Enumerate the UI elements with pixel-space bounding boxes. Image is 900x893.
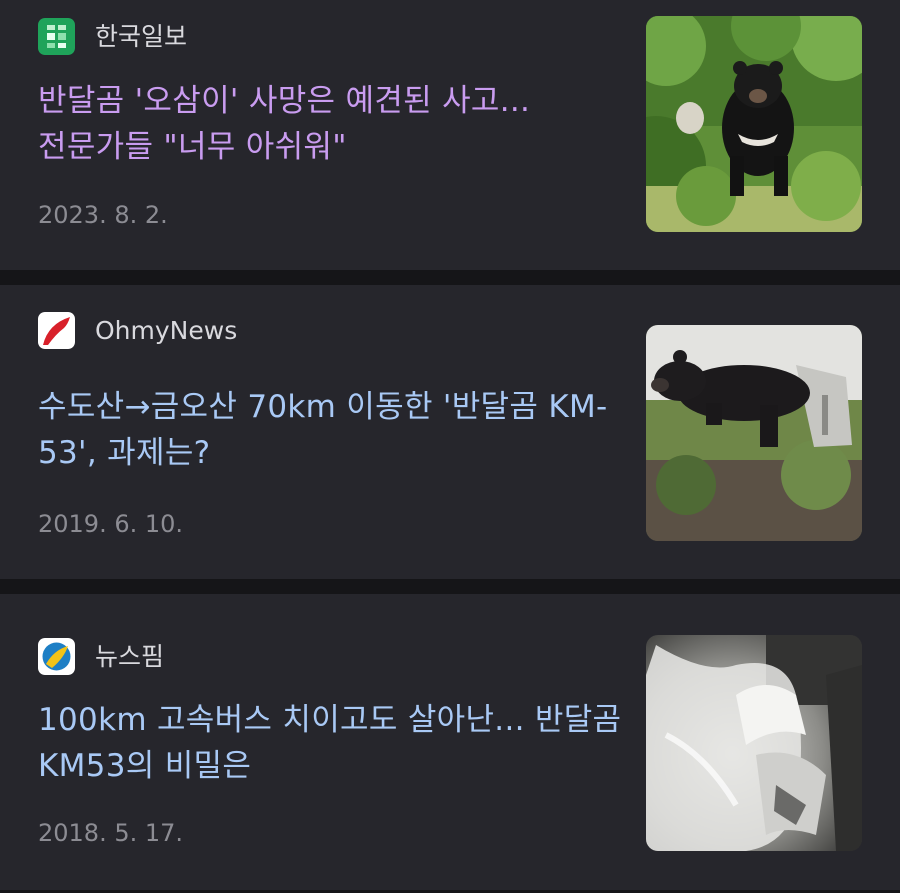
- article-thumbnail[interactable]: [646, 16, 862, 232]
- news-card[interactable]: 뉴스핌 100km 고속버스 치이고도 살아난... 반달곰 KM53의 비밀은…: [0, 594, 900, 890]
- hankook-ilbo-logo-icon: [38, 18, 75, 55]
- publish-date: 2018. 5. 17.: [38, 819, 184, 847]
- headline-link[interactable]: 100km 고속버스 치이고도 살아난... 반달곰 KM53의 비밀은: [38, 697, 623, 789]
- source-name: OhmyNews: [95, 316, 238, 345]
- headline-link[interactable]: 반달곰 '오삼이' 사망은 예견된 사고... 전문가들 "너무 아쉬워": [38, 78, 623, 170]
- newspim-logo-icon: [38, 638, 75, 675]
- news-source: OhmyNews: [38, 312, 237, 349]
- news-card[interactable]: 한국일보 반달곰 '오삼이' 사망은 예견된 사고... 전문가들 "너무 아쉬…: [0, 0, 900, 270]
- source-name: 한국일보: [95, 22, 188, 51]
- publish-date: 2019. 6. 10.: [38, 510, 184, 538]
- news-source: 뉴스핌: [38, 638, 164, 675]
- publish-date: 2023. 8. 2.: [38, 201, 168, 229]
- source-name: 뉴스핌: [95, 642, 165, 671]
- article-thumbnail[interactable]: [646, 325, 862, 541]
- headline-link[interactable]: 수도산→금오산 70km 이동한 '반달곰 KM-53', 과제는?: [38, 384, 623, 476]
- ohmynews-logo-icon: [38, 312, 75, 349]
- news-feed: 한국일보 반달곰 '오삼이' 사망은 예견된 사고... 전문가들 "너무 아쉬…: [0, 0, 900, 893]
- news-card[interactable]: OhmyNews 수도산→금오산 70km 이동한 '반달곰 KM-53', 과…: [0, 285, 900, 579]
- article-thumbnail[interactable]: [646, 635, 862, 851]
- news-source: 한국일보: [38, 18, 187, 55]
